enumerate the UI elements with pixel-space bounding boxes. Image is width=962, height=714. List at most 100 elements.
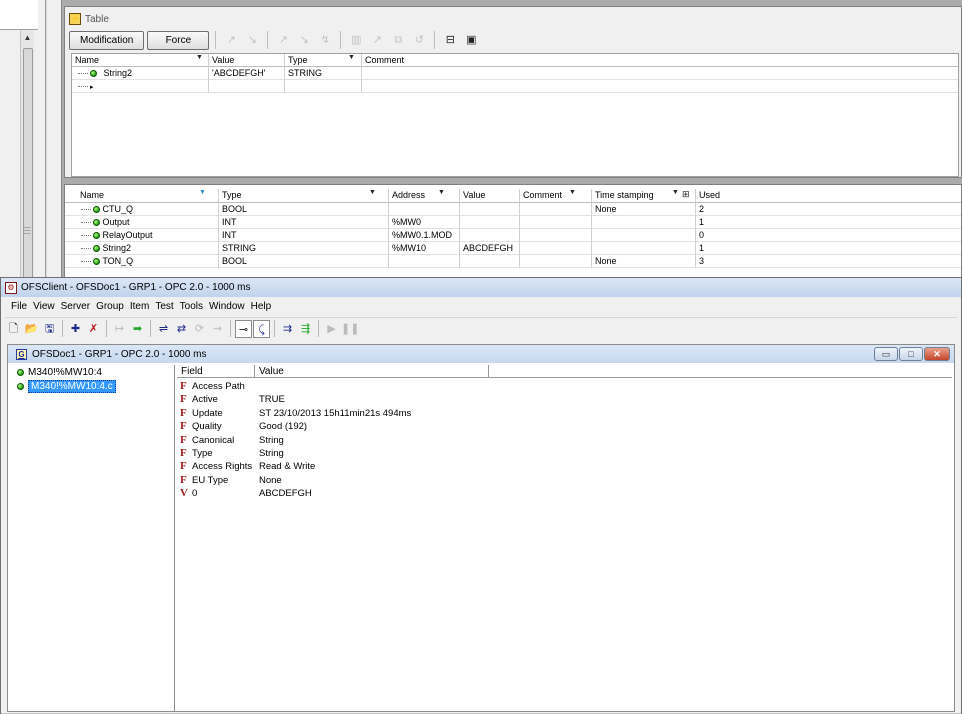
var-column-comment[interactable]: Comment — [520, 189, 592, 202]
new-entry-value-cell[interactable] — [209, 80, 285, 93]
property-value: None — [259, 474, 282, 486]
activate-icon[interactable]: ⇶ — [297, 320, 314, 338]
inverse-icon[interactable]: ↺ — [410, 31, 428, 49]
menu-server[interactable]: Server — [61, 301, 90, 312]
var-column-value[interactable]: Value — [460, 189, 520, 202]
set-value-icon[interactable]: ▥ — [347, 31, 365, 49]
ofs-title-bar[interactable]: ⚙ OFSClient - OFSDoc1 - GRP1 - OPC 2.0 -… — [1, 278, 961, 297]
column-header-value[interactable]: Value — [209, 54, 285, 67]
property-row[interactable]: V 0 ABCDEFGH — [177, 487, 952, 500]
type-filter-dropdown-icon[interactable]: ▼ — [369, 189, 376, 196]
property-row[interactable]: F Type String — [177, 447, 952, 460]
async-icon[interactable]: ⇝ — [209, 320, 226, 338]
ofs-app-icon[interactable]: ⚙ — [5, 281, 17, 294]
column-header-value[interactable]: Value — [255, 365, 489, 378]
set-falling-icon[interactable]: ↘ — [243, 31, 261, 49]
type-filter-dropdown-icon[interactable]: ▼ — [348, 54, 355, 61]
table-row[interactable]: TON_Q BOOL None 3 — [65, 255, 961, 268]
new-entry-row[interactable]: ▸ — [72, 80, 958, 93]
new-entry-type-cell[interactable] — [285, 80, 362, 93]
property-row[interactable]: F Access Path — [177, 380, 952, 393]
refresh-icon[interactable]: ➡ — [129, 320, 146, 338]
table-cell-value[interactable]: 'ABCDEFGH' — [209, 67, 285, 80]
force-falling-icon[interactable]: ↘ — [295, 31, 313, 49]
table-row[interactable]: RelayOutput INT %MW0.1.MOD 0 — [65, 229, 961, 242]
menu-help[interactable]: Help — [251, 301, 272, 312]
expand-columns-icon[interactable]: ⊞ — [682, 189, 690, 200]
display-format-icon[interactable]: ⊟ — [441, 31, 459, 49]
read-icon[interactable]: ⇌ — [155, 320, 172, 338]
name-filter-dropdown-icon[interactable]: ▼ — [196, 54, 203, 61]
name-sort-icon[interactable]: ▼ — [199, 189, 206, 196]
menu-test[interactable]: Test — [155, 301, 173, 312]
menu-group[interactable]: Group — [96, 301, 124, 312]
var-column-used[interactable]: Used — [696, 189, 796, 202]
toggle-icon[interactable]: ⧉ — [389, 31, 407, 49]
play-icon[interactable]: ▶ — [323, 320, 340, 338]
vertical-scrollbar[interactable]: ▲ — — — — [20, 30, 34, 288]
reset-value-icon[interactable]: ↗ — [368, 31, 386, 49]
scroll-thumb[interactable] — [23, 48, 33, 288]
var-column-name[interactable]: Name — [77, 189, 219, 202]
menu-view[interactable]: View — [33, 301, 55, 312]
column-header-name[interactable]: Name — [72, 54, 209, 67]
set-rising-icon[interactable]: ↗ — [222, 31, 240, 49]
field-icon: F — [180, 433, 187, 446]
toolbar-separator — [62, 320, 63, 337]
table-row[interactable]: String2 'ABCDEFGH' STRING — [72, 67, 958, 80]
field-icon: F — [180, 380, 187, 392]
open-icon[interactable]: 📂 — [23, 320, 40, 338]
table-row[interactable]: CTU_Q BOOL None 2 — [65, 203, 961, 216]
maximize-button[interactable]: □ — [899, 347, 923, 361]
variables-editor-window: Name ▼ Type ▼ Address ▼ Value Comment ▼ … — [64, 184, 962, 278]
force-rising-icon[interactable]: ↗ — [274, 31, 292, 49]
menu-tools[interactable]: Tools — [180, 301, 203, 312]
close-button[interactable]: ✕ — [924, 347, 950, 361]
property-row[interactable]: F Quality Good (192) — [177, 420, 952, 433]
var-column-time-stamping[interactable]: Time stamping — [592, 189, 696, 202]
write-icon[interactable]: ⇄ — [173, 320, 190, 338]
unforce-icon[interactable]: ↯ — [316, 31, 334, 49]
comment-filter-dropdown-icon[interactable]: ▼ — [569, 189, 576, 196]
document-title-bar[interactable]: G OFSDoc1 - GRP1 - OPC 2.0 - 1000 ms ▭ □… — [8, 345, 954, 363]
modify-values-icon[interactable]: ▣ — [462, 31, 480, 49]
property-row[interactable]: F Active TRUE — [177, 393, 952, 406]
connect-icon[interactable]: ⊸ — [235, 319, 252, 338]
property-row[interactable]: F Update ST 23/10/2013 15h11min21s 494ms — [177, 407, 952, 420]
table-cell-comment[interactable] — [362, 67, 662, 80]
property-row[interactable]: F EU Type None — [177, 474, 952, 487]
menu-item[interactable]: Item — [130, 301, 149, 312]
table-row[interactable]: Output INT %MW0 1 — [65, 216, 961, 229]
var-column-type[interactable]: Type — [219, 189, 389, 202]
property-row[interactable]: F Access Rights Read & Write — [177, 460, 952, 473]
var-cell-comment — [520, 216, 592, 229]
new-entry-cell[interactable]: ▸ — [72, 80, 209, 93]
column-header-comment[interactable]: Comment — [362, 54, 662, 67]
minimize-button[interactable]: ▭ — [874, 347, 898, 361]
new-icon[interactable]: 🗋 — [5, 320, 22, 338]
table-row[interactable]: String2 STRING %MW10 ABCDEFGH 1 — [65, 242, 961, 255]
tree-item-mw10-4[interactable]: M340!%MW10:4 — [10, 365, 174, 379]
column-header-field[interactable]: Field — [177, 365, 255, 378]
modification-button[interactable]: Modification — [69, 30, 145, 50]
subscribe-icon[interactable]: ⇉ — [279, 320, 296, 338]
pause-icon[interactable]: ❚❚ — [341, 320, 359, 338]
tree-item-mw10-4-c[interactable]: M340!%MW10:4.c — [10, 379, 174, 393]
properties-header: Field Value — [177, 365, 952, 378]
menu-window[interactable]: Window — [209, 301, 245, 312]
menu-file[interactable]: File — [11, 301, 27, 312]
property-row[interactable]: F Canonical String — [177, 434, 952, 447]
address-filter-dropdown-icon[interactable]: ▼ — [438, 189, 445, 196]
document-icon[interactable]: G — [16, 348, 27, 360]
sync-icon[interactable]: ⟳ — [191, 320, 208, 338]
remove-server-icon[interactable]: ✗ — [85, 320, 102, 338]
splitter-bar[interactable] — [45, 0, 47, 278]
scroll-up-arrow-icon[interactable]: ▲ — [21, 32, 34, 44]
save-icon[interactable]: 🖫 — [41, 320, 58, 338]
add-item-icon[interactable]: ↦ — [111, 320, 128, 338]
force-button[interactable]: Force — [147, 30, 210, 50]
disconnect-icon[interactable]: ⤹ — [253, 319, 270, 338]
var-column-address[interactable]: Address — [389, 189, 460, 202]
time-stamping-dropdown-icon[interactable]: ▼ — [672, 189, 679, 196]
add-server-icon[interactable]: ✚ — [67, 320, 84, 338]
